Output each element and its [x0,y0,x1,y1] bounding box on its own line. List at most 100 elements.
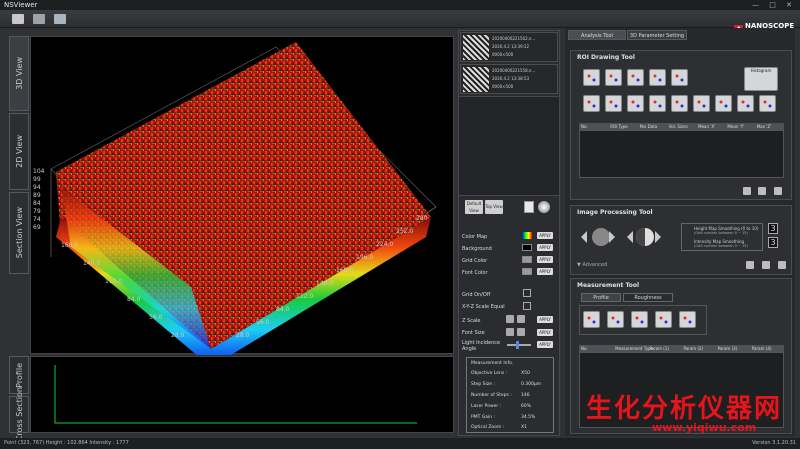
title-bar: NSViewer [0,0,800,10]
monitor-icon[interactable] [54,14,66,24]
light-angle-slider[interactable] [507,344,531,346]
tab-3d-parameter-setting[interactable]: 3D Parameter Setting [627,30,687,40]
tab-3d-view[interactable]: 3D View [9,36,29,111]
measure-tool-button[interactable] [655,311,672,328]
grid-onoff-label: Grid On/Off [462,292,491,298]
histogram-label: Histogram [750,68,772,73]
xyz-scale-equal-label: X-Y-Z Scale Equal [462,304,505,310]
roi-tool-button[interactable] [605,69,622,86]
file-item[interactable]: 20200406221562.n... 2020.4.2 13:39:22 00… [460,32,558,62]
y-tick-label: 28.0 [171,332,185,339]
measure-tool-button[interactable] [679,311,696,328]
histogram-button[interactable]: Histogram [744,67,778,91]
column-header: Param (3) [717,346,738,351]
z-scale-up-icon[interactable] [517,315,525,323]
apply-color-map-button[interactable]: APPLY [537,232,553,239]
apply-light-angle-button[interactable]: APPLY [537,341,553,348]
roi-tool-button[interactable] [759,95,776,112]
apply-grid-color-button[interactable]: APPLY [537,256,553,263]
measure-tool-button[interactable] [631,311,648,328]
y-tick-label: 168.0 [61,242,78,249]
roi-title: ROI Drawing Tool [577,54,635,61]
3d-surface-view[interactable]: 104 99 94 89 84 79 74 69 168.0 140.0 112.0 84.0 56.… [30,36,455,367]
sphere-icon[interactable] [538,201,550,213]
file-zoom: 0000×500 [492,84,514,89]
background-label: Background [462,246,492,252]
window-controls[interactable]: — □ ✕ [752,1,796,9]
roi-tool-button[interactable] [649,69,666,86]
height-smoothing-input[interactable]: 3 [768,223,778,234]
delete-all-icon[interactable] [758,187,766,195]
mi-label: Step Size : [471,382,495,387]
advanced-toggle[interactable]: ▼ Advanced [577,262,607,268]
roi-tool-button[interactable] [671,95,688,112]
roi-tool-button[interactable] [605,95,622,112]
folder-open-icon[interactable] [12,14,24,24]
intensity-smoothing-input[interactable]: 3 [768,237,778,248]
default-view-button[interactable]: Default View [465,200,483,214]
file-zoom: 0000×500 [492,52,514,57]
home-icon[interactable] [778,261,786,269]
measurement-info-title: Measurement Info. [471,361,514,366]
pdf-export-icon[interactable] [524,201,534,213]
roi-tool-button[interactable] [583,95,600,112]
column-header: No. [581,124,588,129]
font-color-swatch[interactable] [522,268,532,275]
file-thumbnail [463,35,489,60]
mi-value: 60% [521,404,532,409]
z-scale-down-icon[interactable] [506,315,514,323]
x-tick-label: 280 [416,215,428,222]
grid-onoff-checkbox[interactable] [523,289,531,297]
color-map-swatch[interactable] [522,232,532,239]
font-size-down-icon[interactable] [506,328,514,336]
measurement-tool-title: Measurement Tool [577,282,640,289]
version-label: Version 3.1.20.31 [752,440,796,446]
roi-tool-button[interactable] [715,95,732,112]
roi-tool-button[interactable] [737,95,754,112]
z-tick-label: 74 [33,216,41,223]
profile-view[interactable] [30,356,454,433]
background-swatch[interactable] [522,244,532,251]
tab-cross-section[interactable]: Cross Section [9,387,29,442]
delete-row-icon[interactable] [743,187,751,195]
apply-z-scale-button[interactable]: APPLY [537,316,553,323]
grid-color-swatch[interactable] [522,256,532,263]
apply-font-color-button[interactable]: APPLY [537,268,553,275]
tab-profile-measure[interactable]: Profile [581,293,621,302]
tab-roughness[interactable]: Roughness [623,293,673,302]
apply-background-button[interactable]: APPLY [537,244,553,251]
light-angle-slider-thumb[interactable] [516,341,519,349]
measurement-info-box: Measurement Info. Objective Lens : X50 St… [466,357,554,433]
column-header: Mean 'Y' [727,124,745,129]
roi-tool-button[interactable] [627,95,644,112]
save-icon[interactable] [33,14,45,24]
top-view-button[interactable]: Top View [485,200,503,214]
xyz-scale-equal-checkbox[interactable] [523,302,531,310]
apply-font-size-button[interactable]: APPLY [537,329,553,336]
font-size-up-icon[interactable] [517,328,525,336]
undo-icon[interactable] [746,261,754,269]
measure-tool-button[interactable] [607,311,624,328]
tab-analysis-tool[interactable]: Analysis Tool [568,30,626,40]
camera-icon[interactable] [762,261,770,269]
roi-tool-button[interactable] [671,69,688,86]
measure-tool-button[interactable] [583,311,600,328]
image-transform-icons[interactable] [579,224,674,250]
file-thumbnail [463,67,489,92]
roi-tool-button[interactable] [649,95,666,112]
font-size-label: Font Size [462,330,485,336]
mi-label: Number of Steps : [471,393,512,398]
roi-tool-button[interactable] [693,95,710,112]
font-color-label: Font Color [462,270,488,276]
file-item[interactable]: 20200406221558.n... 2020.4.2 13:38:53 00… [460,64,558,94]
tab-2d-view[interactable]: 2D View [9,113,29,190]
file-date: 2020.4.2 13:38:53 [492,76,530,81]
y-tick-label: 56.0 [149,314,163,321]
z-tick-label: 69 [33,224,41,231]
z-tick-label: 89 [33,192,41,199]
tab-section-view[interactable]: Section View [9,192,29,274]
roi-tool-button[interactable] [583,69,600,86]
3d-surface-plot[interactable]: 10499948984797469 168.0140.0112.084.056.… [31,37,455,367]
export-excel-icon[interactable] [774,187,782,195]
roi-tool-button[interactable] [627,69,644,86]
